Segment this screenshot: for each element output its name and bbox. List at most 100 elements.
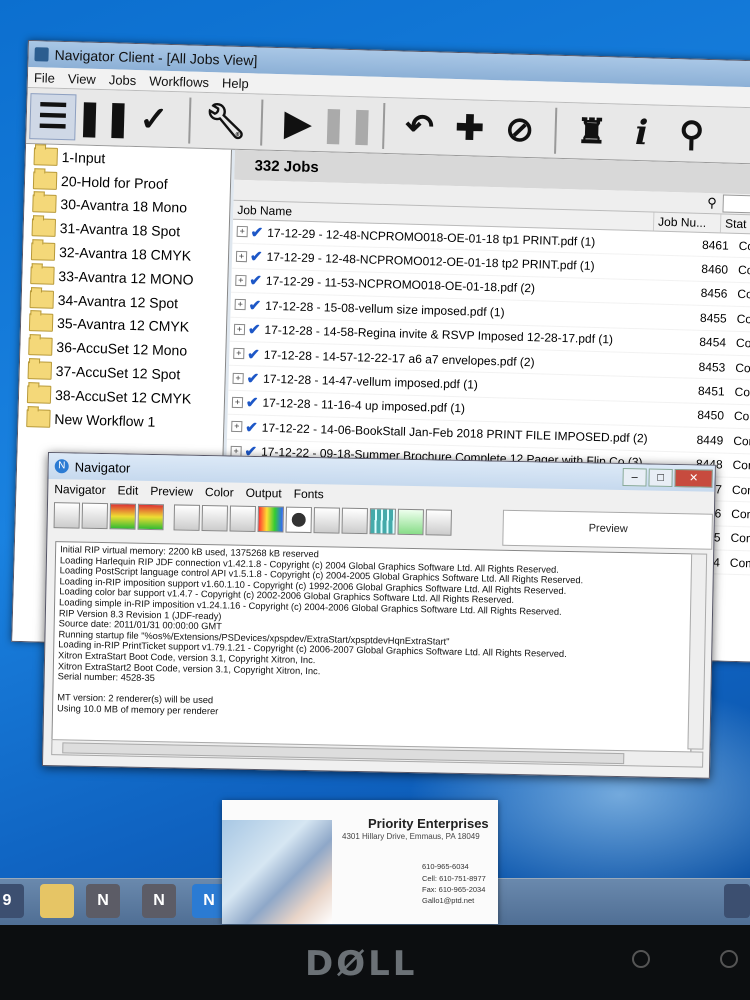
job-number: 8455	[699, 310, 727, 326]
tray-icon[interactable]	[724, 884, 750, 918]
navigator2-taskbar-icon[interactable]: N	[142, 884, 176, 918]
search-icon[interactable]: ⚲	[669, 111, 714, 156]
info-icon[interactable]: i	[619, 110, 664, 155]
expand-icon[interactable]: +	[235, 274, 247, 287]
menu-file[interactable]: File	[34, 70, 55, 86]
menu-jobs[interactable]: Jobs	[109, 72, 137, 88]
menu-view[interactable]: View	[68, 71, 96, 87]
preview-panel[interactable]: Preview	[502, 509, 713, 550]
workflow-item[interactable]: New Workflow 1	[18, 406, 224, 436]
folder-icon	[32, 170, 58, 190]
folder-icon	[31, 218, 57, 238]
navigator3-taskbar-icon[interactable]: N	[192, 884, 226, 918]
stack-icon[interactable]	[341, 507, 368, 535]
cancel-icon[interactable]: ⊘	[497, 107, 542, 152]
check-icon: ✔	[245, 394, 259, 412]
close-icon[interactable]: ✕	[674, 469, 713, 488]
menu-help[interactable]: Help	[222, 75, 249, 91]
log-vertical-scrollbar[interactable]	[687, 553, 708, 750]
folder-icon	[28, 313, 54, 333]
job-status: Compl	[733, 409, 750, 425]
folder-taskbar-icon[interactable]	[40, 884, 74, 918]
check-icon: ✔	[250, 223, 264, 242]
navigator-taskbar-icon[interactable]: N	[86, 884, 120, 918]
job-status: Complet	[731, 506, 750, 523]
configure-icon[interactable]	[425, 509, 452, 536]
job-status: Complet	[730, 531, 750, 547]
output-arrow-icon[interactable]	[397, 508, 424, 536]
menu-preview[interactable]: Preview	[150, 484, 193, 499]
folder-icon	[27, 361, 53, 380]
menu-workflows[interactable]: Workflows	[149, 73, 209, 90]
window-controls: – □ ✕	[622, 468, 714, 488]
job-number: 8456	[700, 286, 728, 302]
printer-icon[interactable]	[53, 502, 81, 529]
expand-icon[interactable]: +	[234, 299, 246, 311]
card-cell: Cell: 610-751-8977	[422, 874, 486, 883]
pause-icon[interactable]: ❚❚	[75, 95, 133, 140]
folder-icon	[26, 384, 52, 404]
check-icon[interactable]: ✓	[131, 96, 176, 141]
maximize-icon[interactable]: □	[648, 468, 673, 487]
desktop: Navigator Client - [All Jobs View] File …	[0, 0, 750, 925]
rip-log[interactable]: Initial RIP virtual memory: 2200 kB used…	[51, 541, 696, 754]
calibration-icon[interactable]	[229, 505, 257, 532]
workflow-label: 35-Avantra 12 CMYK	[56, 315, 190, 336]
jobs-search-input[interactable]	[722, 194, 750, 215]
menu-edit[interactable]: Edit	[118, 483, 139, 497]
job-number: 8450	[697, 408, 725, 423]
job-number: 8453	[698, 359, 726, 375]
card-email: Gallo1@ptd.net	[422, 896, 475, 905]
plus-icon[interactable]: ✚	[447, 105, 492, 150]
screen-icon[interactable]	[313, 507, 340, 534]
page-icon[interactable]	[173, 504, 201, 531]
card-address: 4301 Hillary Drive, Emmaus, PA 18049	[342, 832, 480, 841]
job-number: 8454	[699, 335, 727, 350]
job-status: Com	[737, 262, 750, 278]
expand-icon[interactable]: +	[233, 347, 245, 360]
start-icon[interactable]: 9	[0, 884, 24, 918]
minimize-icon[interactable]: –	[622, 468, 647, 487]
expand-icon[interactable]: +	[235, 250, 248, 262]
menu-output[interactable]: Output	[246, 486, 282, 501]
page-setup-icon[interactable]	[201, 504, 229, 532]
expand-icon[interactable]: +	[231, 421, 243, 433]
toolbar-divider	[188, 97, 192, 144]
job-number: 8451	[697, 383, 725, 399]
wrench-icon[interactable]: 🔧︎	[203, 98, 248, 143]
navigator-title: Navigator	[74, 459, 131, 476]
window-title: Navigator Client - [All Jobs View]	[54, 46, 258, 69]
traffic-light-stop-icon[interactable]	[137, 503, 165, 531]
traffic-light-icon[interactable]	[109, 503, 137, 530]
color-icon[interactable]	[257, 506, 284, 533]
expand-icon[interactable]: +	[231, 396, 244, 409]
workflow-label: 34-Avantra 12 Spot	[57, 291, 179, 311]
monitor-button[interactable]	[632, 950, 650, 968]
grid-icon[interactable]	[369, 508, 396, 535]
list-icon[interactable]: ☰	[29, 92, 77, 140]
expand-icon[interactable]: +	[233, 323, 246, 335]
folder-icon	[30, 242, 56, 261]
menu-color[interactable]: Color	[205, 485, 234, 500]
card-phone: 610-965-6034	[422, 862, 469, 871]
power-button[interactable]	[720, 950, 738, 968]
menu-fonts[interactable]: Fonts	[294, 487, 324, 502]
job-number: 8460	[701, 261, 729, 277]
play-icon[interactable]: ▶	[275, 100, 320, 145]
workflow-label: 20-Hold for Proof	[60, 172, 168, 192]
menu-navigator[interactable]: Navigator	[54, 482, 106, 497]
separation-icon[interactable]	[285, 506, 312, 534]
device-icon[interactable]	[81, 502, 109, 530]
undo-icon[interactable]: ↶	[397, 104, 442, 149]
check-icon: ✔	[249, 272, 263, 291]
expand-icon[interactable]: +	[236, 226, 248, 238]
folder-icon	[30, 266, 55, 285]
folder-icon	[28, 337, 53, 357]
workflow-label: 33-Avantra 12 MONO	[58, 267, 194, 288]
folder-icon	[32, 194, 57, 214]
col-job-number[interactable]: Job Nu...	[653, 212, 722, 233]
expand-icon[interactable]: +	[232, 372, 244, 384]
ink-icon[interactable]: ♜	[569, 109, 614, 154]
magnifier-icon: ⚲	[706, 195, 717, 211]
col-status[interactable]: Stat	[720, 214, 750, 234]
